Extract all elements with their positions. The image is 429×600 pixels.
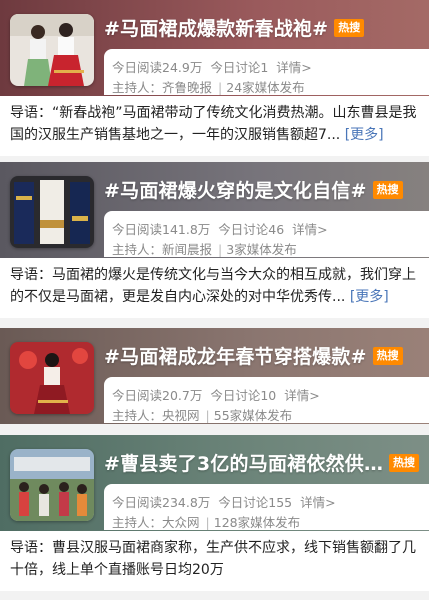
card-header: #马面裙成龙年春节穿搭爆款# 热搜 今日阅读20.7万 今日讨论10 详情> 主… [0, 328, 429, 424]
topic-card[interactable]: #曹县卖了3亿的马面裙依然供... 热搜 今日阅读234.8万 今日讨论155 … [0, 435, 429, 600]
card-header: #马面裙成爆款新春战袍# 热搜 今日阅读24.9万 今日讨论1 详情> 主持人：… [0, 0, 429, 96]
topic-description: 导语：马面裙的爆火是传统文化与当今大众的相互成就，我们穿上的不仅是马面裙，更是发… [0, 258, 429, 318]
host-name[interactable]: 大众网 [162, 515, 200, 530]
read-count: 今日阅读234.8万 [112, 495, 211, 510]
topic-thumbnail[interactable] [10, 14, 94, 86]
read-count: 今日阅读24.9万 [112, 60, 203, 75]
details-link[interactable]: 详情> [276, 60, 311, 75]
topic-card[interactable]: #马面裙成爆款新春战袍# 热搜 今日阅读24.9万 今日讨论1 详情> 主持人：… [0, 0, 429, 162]
media-count: 55家媒体发布 [213, 408, 293, 423]
topic-description: 导语：曹县汉服马面裙商家称，生产供不应求，线下销售额翻了几十倍，线上单个直播账号… [0, 531, 429, 591]
stats-panel: 今日阅读234.8万 今日讨论155 详情> 主持人：大众网 | 128家媒体发布 [104, 484, 429, 530]
topic-title[interactable]: #马面裙爆火穿的是文化自信# [104, 176, 367, 203]
stats-panel: 今日阅读20.7万 今日讨论10 详情> 主持人：央视网 | 55家媒体发布 [104, 377, 429, 423]
more-link[interactable]: [更多] [350, 289, 389, 305]
topic-title[interactable]: #曹县卖了3亿的马面裙依然供... [104, 449, 383, 476]
host-name[interactable]: 央视网 [162, 408, 200, 423]
media-count: 128家媒体发布 [213, 515, 301, 530]
details-link[interactable]: 详情> [300, 495, 335, 510]
discuss-count: 今日讨论46 [218, 222, 285, 237]
separator: | [218, 80, 223, 95]
separator: | [205, 408, 210, 423]
separator: | [205, 515, 210, 530]
host-label: 主持人： [112, 515, 163, 530]
stats-panel: 今日阅读141.8万 今日讨论46 详情> 主持人：新闻晨报 | 3家媒体发布 [104, 211, 429, 257]
hot-badge: 热搜 [372, 180, 403, 199]
topic-thumbnail[interactable] [10, 449, 94, 521]
card-header: #马面裙爆火穿的是文化自信# 热搜 今日阅读141.8万 今日讨论46 详情> … [0, 162, 429, 258]
host-name[interactable]: 齐鲁晚报 [162, 80, 212, 95]
topic-thumbnail[interactable] [10, 176, 94, 248]
topic-description: 导语：“新春战袍”马面裙带动了传统文化消费热潮。山东曹县是我国的汉服生产销售基地… [0, 96, 429, 156]
topic-title[interactable]: #马面裙成龙年春节穿搭爆款# [104, 342, 367, 369]
discuss-count: 今日讨论155 [218, 495, 293, 510]
media-count: 24家媒体发布 [226, 80, 305, 95]
more-link[interactable]: [更多] [345, 127, 384, 143]
description-text: 导语：曹县汉服马面裙商家称，生产供不应求，线下销售额翻了几十倍，线上单个直播账号… [10, 540, 416, 578]
topic-card[interactable]: #马面裙爆火穿的是文化自信# 热搜 今日阅读141.8万 今日讨论46 详情> … [0, 162, 429, 328]
host-label: 主持人： [112, 242, 163, 257]
hot-badge: 热搜 [389, 453, 419, 472]
discuss-count: 今日讨论1 [210, 60, 269, 75]
host-label: 主持人： [112, 408, 163, 423]
topic-title[interactable]: #马面裙成爆款新春战袍# [104, 14, 328, 41]
read-count: 今日阅读141.8万 [112, 222, 211, 237]
topic-thumbnail[interactable] [10, 342, 94, 414]
hot-badge: 热搜 [334, 18, 365, 37]
separator: | [218, 242, 223, 257]
host-label: 主持人： [112, 80, 163, 95]
hot-badge: 热搜 [372, 346, 403, 365]
read-count: 今日阅读20.7万 [112, 388, 203, 403]
host-name[interactable]: 新闻晨报 [162, 242, 212, 257]
media-count: 3家媒体发布 [226, 242, 297, 257]
discuss-count: 今日讨论10 [210, 388, 277, 403]
stats-panel: 今日阅读24.9万 今日讨论1 详情> 主持人：齐鲁晚报 | 24家媒体发布 [104, 49, 429, 95]
details-link[interactable]: 详情> [292, 222, 327, 237]
topic-card[interactable]: #马面裙成龙年春节穿搭爆款# 热搜 今日阅读20.7万 今日讨论10 详情> 主… [0, 328, 429, 435]
card-header: #曹县卖了3亿的马面裙依然供... 热搜 今日阅读234.8万 今日讨论155 … [0, 435, 429, 531]
details-link[interactable]: 详情> [284, 388, 319, 403]
